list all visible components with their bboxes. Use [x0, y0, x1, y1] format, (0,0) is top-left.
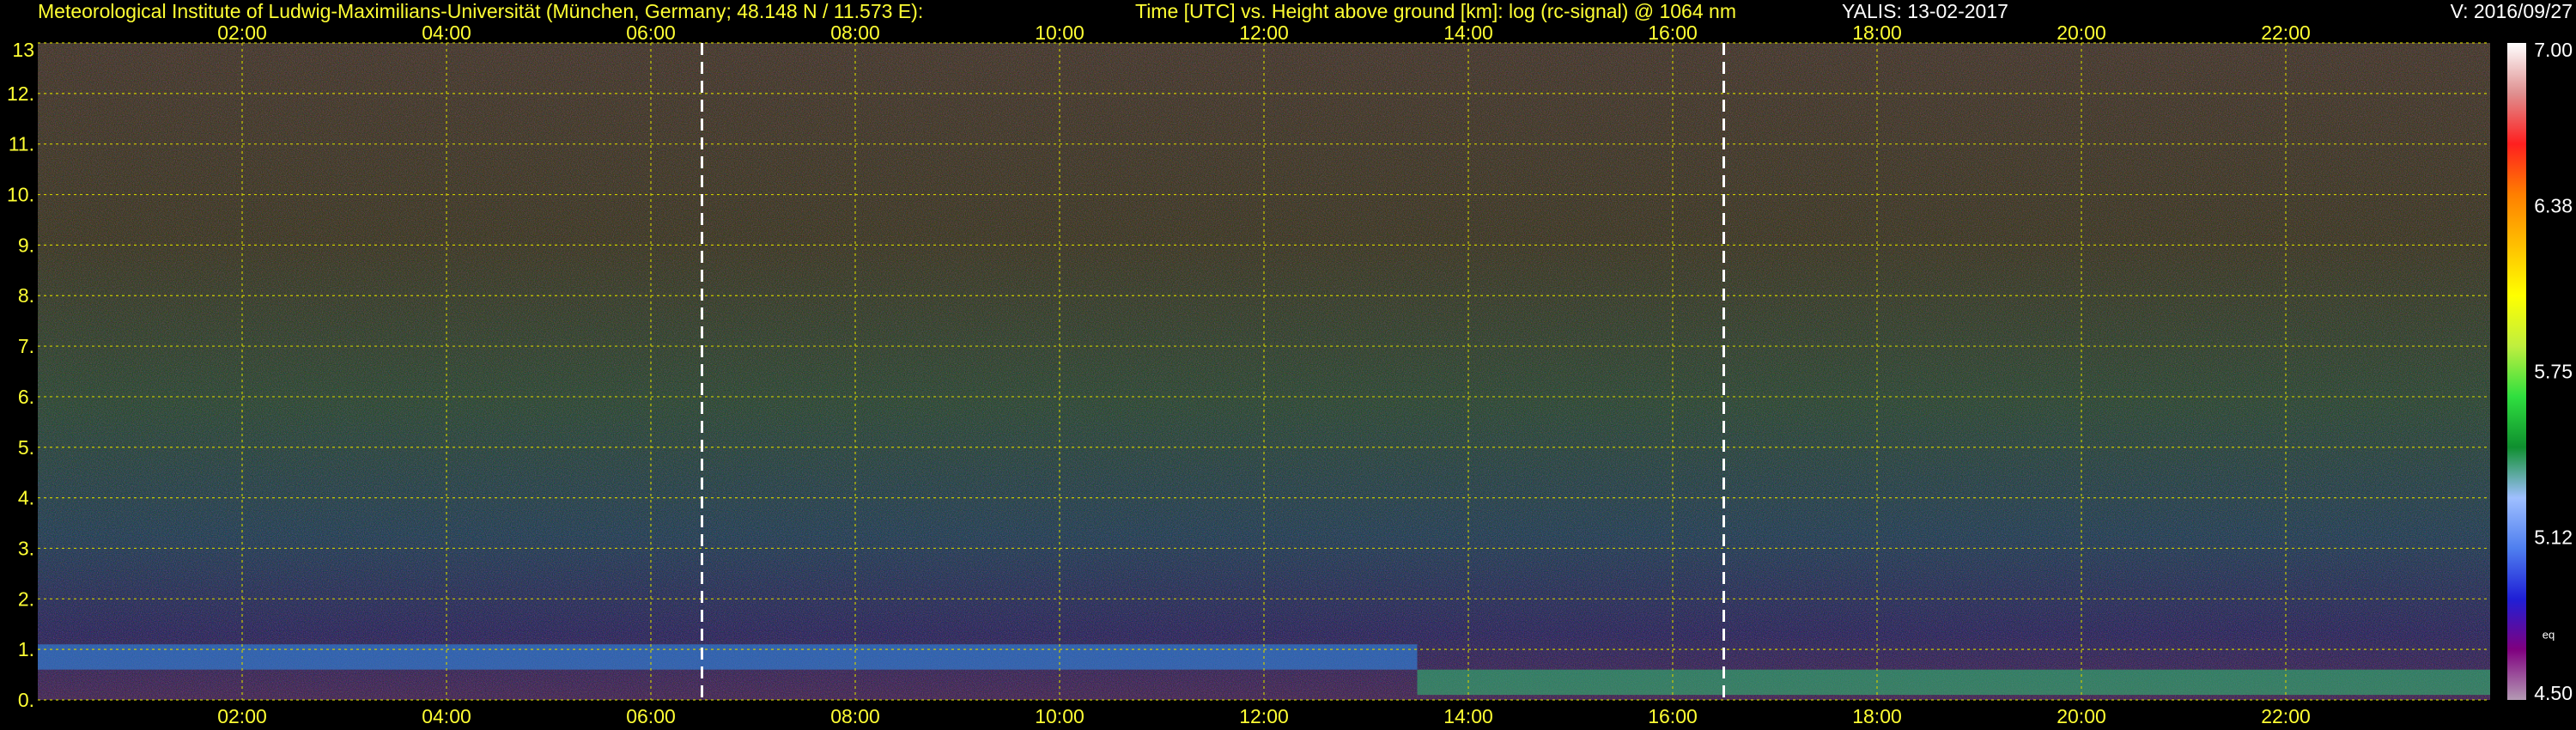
x-tick-label: 08:00 — [830, 705, 880, 727]
x-tick-label: 06:00 — [626, 705, 676, 727]
header-description: Time [UTC] vs. Height above ground [km]:… — [1135, 0, 1736, 22]
x-tick-label: 18:00 — [1852, 21, 1902, 44]
y-tick-label: 4. — [18, 487, 34, 509]
y-tick-label: 0. — [18, 689, 34, 711]
x-tick-label: 04:00 — [422, 705, 471, 727]
colorbar-label: 5.75 — [2534, 361, 2573, 383]
x-tick-label: 18:00 — [1852, 705, 1902, 727]
y-tick-label: 9. — [18, 234, 34, 256]
x-tick-label: 04:00 — [422, 21, 471, 44]
x-tick-label: 16:00 — [1648, 21, 1698, 44]
x-tick-label: 14:00 — [1443, 21, 1493, 44]
lidar-chart: 02:00 04:00 06:00 08:00 10:00 12:00 14:00 16:00… — [7, 21, 2573, 727]
x-tick-label: 16:00 — [1648, 705, 1698, 727]
aerosol-feature-band — [38, 644, 1418, 670]
x-tick-label: 22:00 — [2261, 21, 2311, 44]
x-tick-label: 20:00 — [2057, 21, 2106, 44]
x-tick-label: 12:00 — [1239, 705, 1289, 727]
aerosol-feature-band — [1417, 669, 2490, 696]
header-station-date: YALIS: 13-02-2017 — [1842, 0, 2008, 22]
y-tick-label: 5. — [18, 436, 34, 459]
header-institute: Meteorological Institute of Ludwig-Maxim… — [38, 0, 924, 22]
y-tick-label: 13 — [12, 39, 34, 61]
x-tick-label: 14:00 — [1443, 705, 1493, 727]
y-tick-label: 11. — [9, 133, 34, 155]
x-tick-label: 08:00 — [830, 21, 880, 44]
x-tick-labels-bottom: 02:00 04:00 06:00 08:00 10:00 12:00 14:00 16:00… — [217, 705, 2311, 727]
y-tick-label: 12. — [7, 82, 34, 105]
x-tick-label: 20:00 — [2057, 705, 2106, 727]
x-tick-label: 10:00 — [1035, 21, 1084, 44]
colorbar-label: 6.38 — [2534, 195, 2573, 217]
header-version: V: 2016/09/27 — [2450, 0, 2573, 22]
y-tick-label: 3. — [18, 537, 34, 559]
y-tick-label: 2. — [18, 587, 34, 610]
colorbar-label: 4.50 — [2534, 682, 2573, 704]
y-tick-label: 6. — [18, 386, 34, 408]
x-tick-label: 12:00 — [1239, 21, 1289, 44]
x-tick-label: 02:00 — [217, 705, 267, 727]
y-tick-labels: 0. 1. 2. 3. 4. 5. 6. 7. 8. 9. 10. 11. 12. 13 — [7, 39, 34, 711]
y-tick-label: 7. — [18, 335, 34, 357]
colorbar — [2507, 43, 2526, 700]
x-tick-label: 06:00 — [626, 21, 676, 44]
colorbar-label: 5.12 — [2534, 526, 2573, 548]
x-tick-label: 22:00 — [2261, 705, 2311, 727]
x-tick-label: 02:00 — [217, 21, 267, 44]
y-tick-label: 8. — [18, 284, 34, 307]
colorbar-label: 7.00 — [2534, 39, 2573, 61]
colorbar-labels: 7.00 6.38 5.75 5.12 4.50 eq — [2534, 39, 2573, 704]
x-tick-label: 10:00 — [1035, 705, 1084, 727]
x-tick-labels-top: 02:00 04:00 06:00 08:00 10:00 12:00 14:00 16:00… — [217, 21, 2311, 44]
y-tick-label: 10. — [7, 184, 34, 206]
y-tick-label: 1. — [18, 638, 34, 660]
colorbar-extra-label: eq — [2543, 629, 2555, 642]
